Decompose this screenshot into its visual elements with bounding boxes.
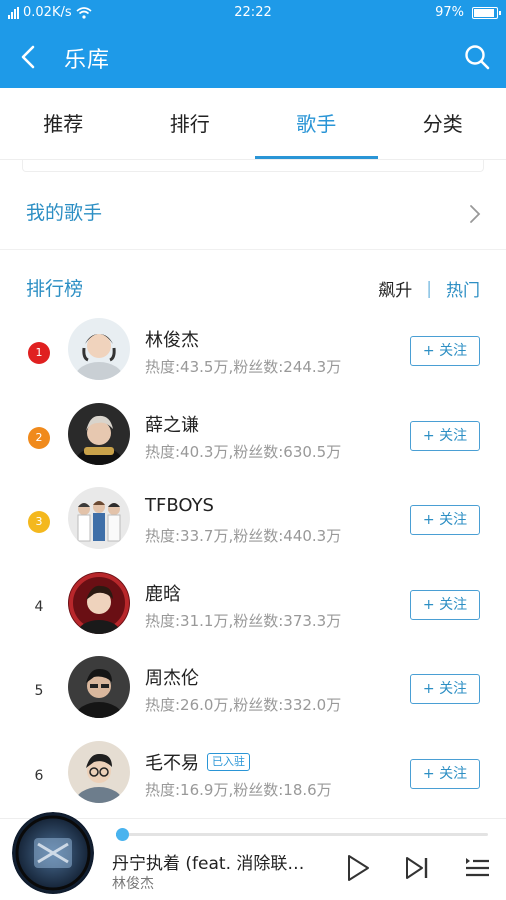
tab-category[interactable]: 分类: [380, 88, 506, 159]
play-icon[interactable]: [342, 853, 372, 883]
singer-row[interactable]: 4 鹿晗 热度:31.1万,粉丝数:373.3万 + 关注: [0, 562, 506, 647]
sort-rise-toggle[interactable]: 飙升: [378, 276, 412, 301]
singer-stats: 热度:31.1万,粉丝数:373.3万: [145, 611, 342, 630]
ranking-title: 排行榜: [26, 278, 84, 300]
rank-number: 6: [34, 767, 44, 784]
page-title: 乐库: [64, 48, 111, 73]
card-bottom-edge: [22, 160, 484, 172]
avatar: [68, 571, 130, 634]
song-artist[interactable]: 林俊杰: [112, 873, 154, 893]
playback-progress-bar[interactable]: [115, 828, 488, 841]
follow-button[interactable]: + 关注: [410, 336, 480, 366]
app-header: 0.02K/s 22:22 97% 乐库: [0, 0, 506, 88]
singer-stats: 热度:40.3万,粉丝数:630.5万: [145, 442, 342, 461]
follow-button[interactable]: + 关注: [410, 505, 480, 535]
my-singers-label: 我的歌手: [26, 202, 103, 224]
playlist-icon[interactable]: [462, 853, 492, 883]
singer-stats: 热度:33.7万,粉丝数:440.3万: [145, 527, 342, 545]
tab-recommend[interactable]: 推荐: [0, 88, 127, 159]
progress-knob[interactable]: [115, 828, 129, 841]
rank-number: 4: [34, 598, 44, 615]
singer-stats: 热度:43.5万,粉丝数:244.3万: [145, 358, 342, 376]
sort-separator: |: [426, 278, 432, 299]
verified-badge: 已入驻: [207, 752, 250, 771]
singer-row[interactable]: 1 林俊杰 热度:43.5万,粉丝数:244.3万 + 关注: [0, 308, 506, 393]
singer-name: 林俊杰: [145, 330, 199, 351]
status-bar: 0.02K/s 22:22 97%: [0, 0, 506, 28]
singer-list: 1 林俊杰 热度:43.5万,粉丝数:244.3万 + 关注 2 薛之谦 热度:…: [0, 308, 506, 815]
rank-badge: 1: [28, 342, 50, 364]
avatar: [68, 318, 130, 380]
rank-number: 5: [34, 683, 44, 699]
tab-bar: 推荐 排行 歌手 分类: [0, 88, 506, 160]
singer-name: 鹿晗: [145, 583, 181, 605]
next-track-icon[interactable]: [402, 853, 432, 883]
back-arrow-icon[interactable]: [14, 42, 44, 72]
singer-row[interactable]: 5 周杰伦 热度:26.0万,粉丝数:332.0万 + 关注: [0, 646, 506, 731]
singer-name: 薛之谦: [145, 414, 199, 436]
rank-badge: 3: [28, 511, 50, 533]
song-title[interactable]: 丹宁执着 (feat. 消除联…: [112, 849, 326, 874]
tab-ranking[interactable]: 排行: [127, 88, 254, 159]
follow-button[interactable]: + 关注: [410, 420, 480, 451]
avatar: [68, 740, 130, 803]
tab-singers[interactable]: 歌手: [253, 88, 380, 159]
singer-row[interactable]: 2 薛之谦 热度:40.3万,粉丝数:630.5万 + 关注: [0, 393, 506, 478]
rank-badge: 2: [28, 426, 50, 449]
my-singers-row[interactable]: 我的歌手: [0, 178, 506, 250]
status-time: 22:22: [234, 5, 272, 20]
follow-button[interactable]: + 关注: [410, 674, 480, 704]
chevron-right-icon: [470, 205, 481, 223]
ranking-header: 排行榜 飙升 | 热门: [0, 262, 506, 312]
battery-icon: [472, 6, 501, 19]
singer-stats: 热度:16.9万,粉丝数:18.6万: [145, 780, 332, 799]
avatar: [68, 402, 130, 465]
singer-name: 周杰伦: [145, 668, 199, 689]
singer-name: 毛不易 已入驻: [145, 749, 250, 775]
search-icon[interactable]: [462, 42, 492, 72]
album-cover[interactable]: [12, 812, 94, 894]
singer-row[interactable]: 6 毛不易 已入驻 热度:16.9万,粉丝数:18.6万 + 关注: [0, 731, 506, 816]
avatar: [68, 656, 130, 718]
follow-button[interactable]: + 关注: [410, 589, 480, 620]
sort-hot-toggle[interactable]: 热门: [446, 276, 480, 301]
battery-percent: 97%: [435, 5, 464, 20]
avatar: [68, 487, 130, 549]
follow-button[interactable]: + 关注: [410, 758, 480, 789]
singer-name: TFBOYS: [145, 495, 214, 516]
singer-stats: 热度:26.0万,粉丝数:332.0万: [145, 696, 342, 714]
singer-row[interactable]: 3 TFBOYS 热度:33.7万,粉丝数:440.3万 + 关注: [0, 477, 506, 562]
